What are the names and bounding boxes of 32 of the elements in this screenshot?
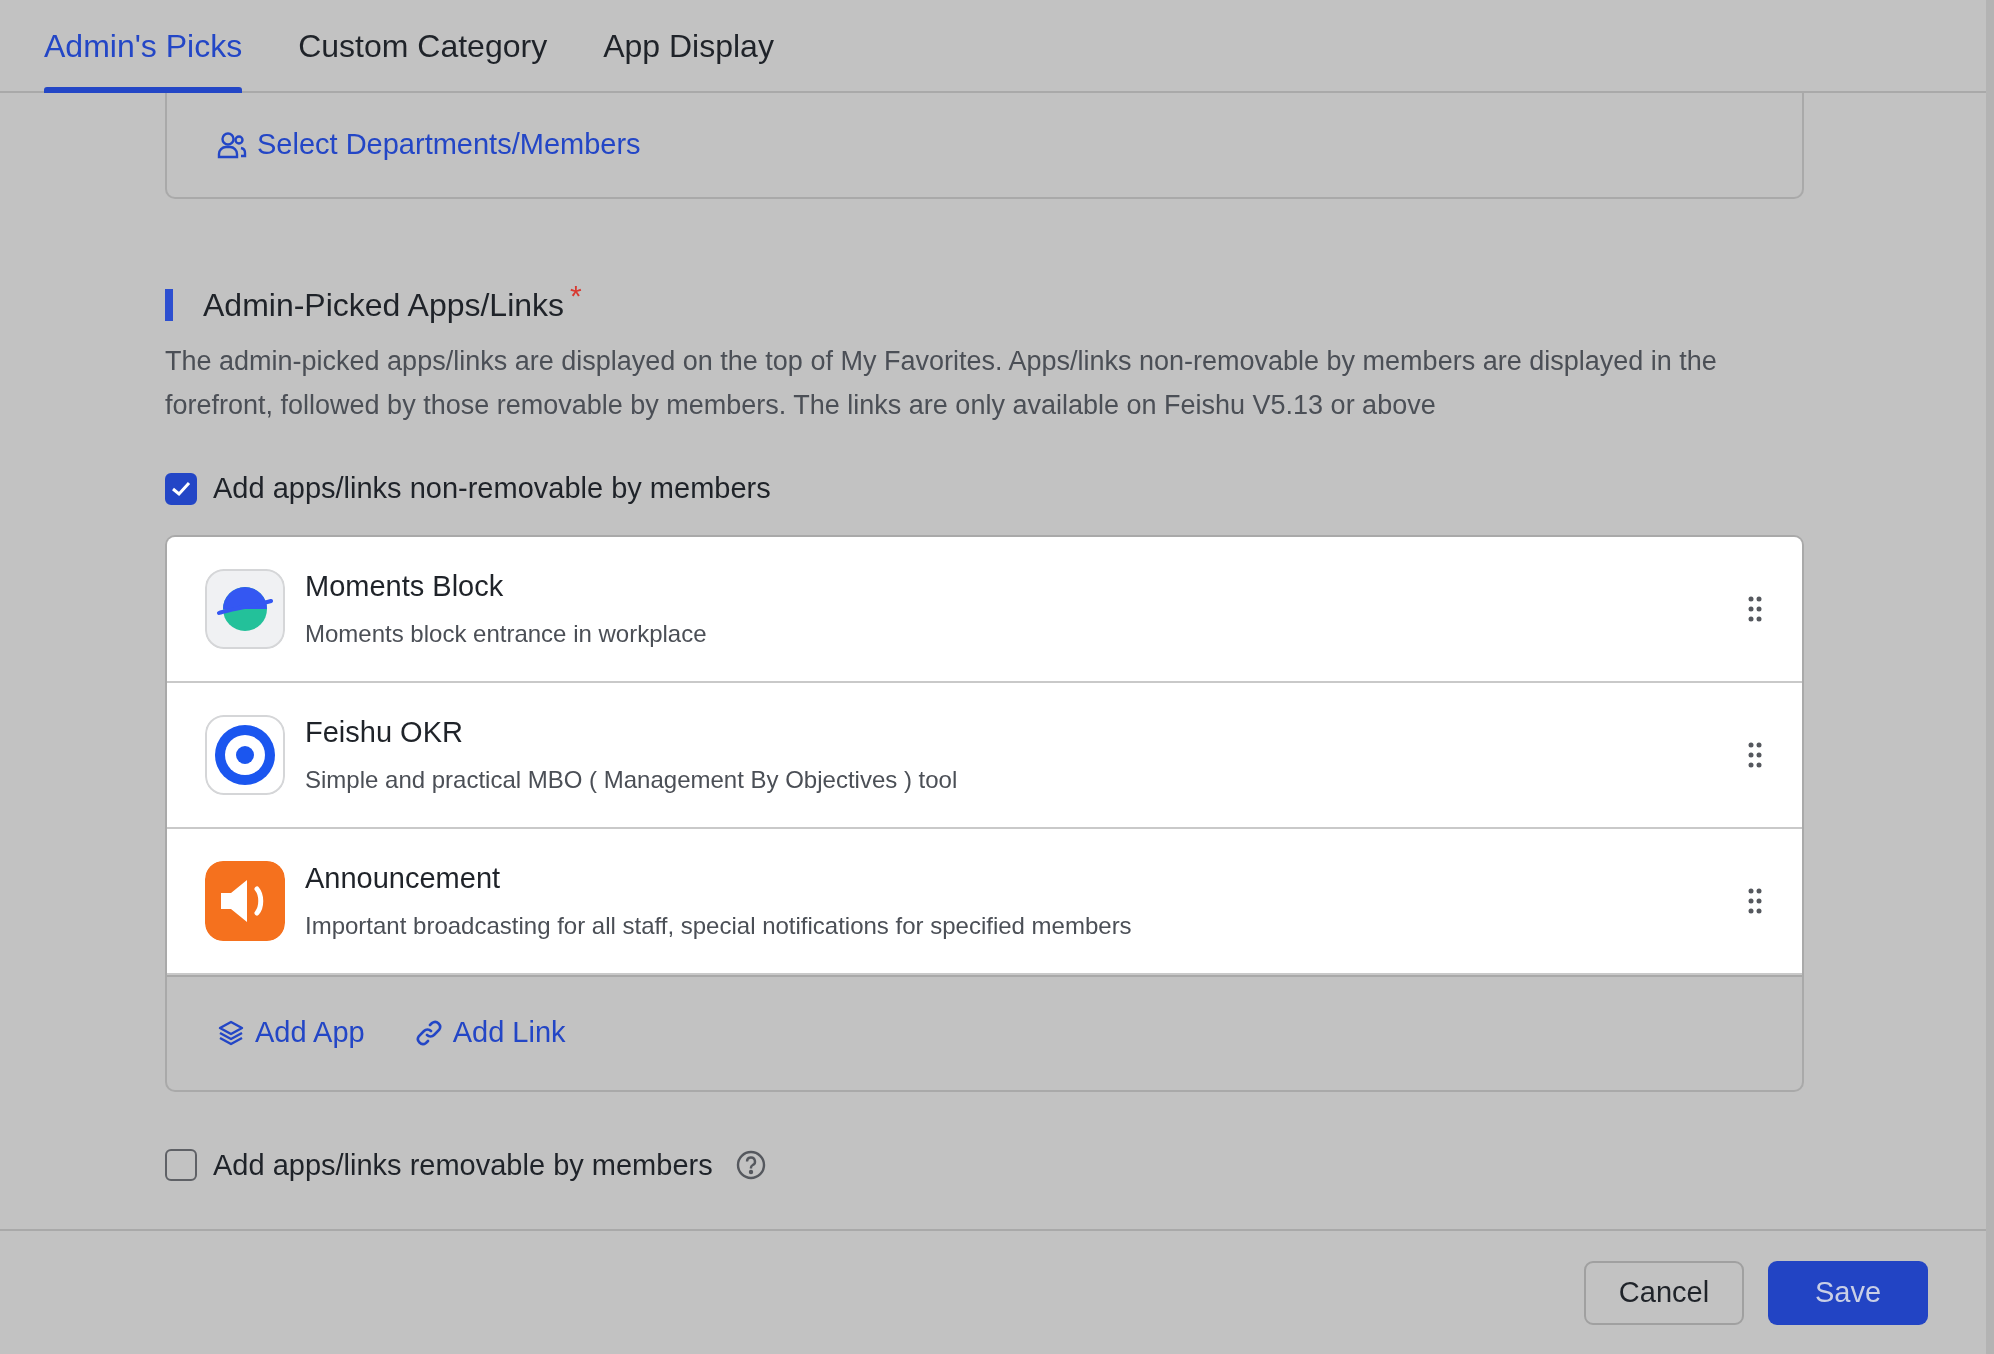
app-description: Moments block entrance in workplace (305, 619, 708, 650)
speaker-icon (205, 860, 285, 941)
layers-icon (217, 1019, 245, 1047)
planet-icon (205, 568, 285, 649)
check-icon (171, 480, 191, 497)
app-description: Important broadcasting for all staff, special notifications for specified members (305, 911, 1133, 942)
section-title: Admin-Picked Apps/Links (203, 286, 565, 325)
checkbox[interactable] (165, 1149, 197, 1182)
section-description: The admin-picked apps/links are displayed on the top of My Favorites. Apps/links non-removable by members are displayed in the forefront, followed by those removable by members. The links are only available on Feishu V5.13 or above (165, 345, 1718, 422)
target-icon (205, 714, 285, 795)
section-marker (165, 289, 173, 321)
checkbox[interactable] (165, 472, 197, 505)
add-link-button[interactable]: Add Link (414, 1011, 566, 1055)
drag-handle-icon[interactable] (1748, 887, 1762, 914)
tab[interactable]: Admin's Picks (44, 0, 243, 91)
app-name: Feishu OKR (305, 714, 464, 750)
app-name: Moments Block (305, 568, 505, 604)
required-mark: * (570, 278, 582, 314)
checkbox-label: Add apps/links removable by members (213, 1147, 713, 1183)
drag-handle-icon[interactable] (1748, 595, 1762, 622)
link-icon (414, 1019, 443, 1047)
tab[interactable]: App Display (603, 0, 774, 91)
app-name: Announcement (305, 860, 502, 896)
cancel-button[interactable]: Cancel (1584, 1260, 1744, 1325)
app-description: Simple and practical MBO ( Management By Objectives ) tool (305, 765, 959, 796)
checkbox-label: Add apps/links non-removable by members (213, 471, 771, 506)
tab[interactable]: Custom Category (298, 0, 548, 91)
save-button[interactable]: Save (1768, 1260, 1928, 1325)
drag-handle-icon[interactable] (1748, 741, 1762, 768)
add-app-button[interactable]: Add App (217, 1011, 365, 1055)
people-icon (217, 131, 247, 159)
select-members-link[interactable]: Select Departments/Members (217, 123, 641, 167)
